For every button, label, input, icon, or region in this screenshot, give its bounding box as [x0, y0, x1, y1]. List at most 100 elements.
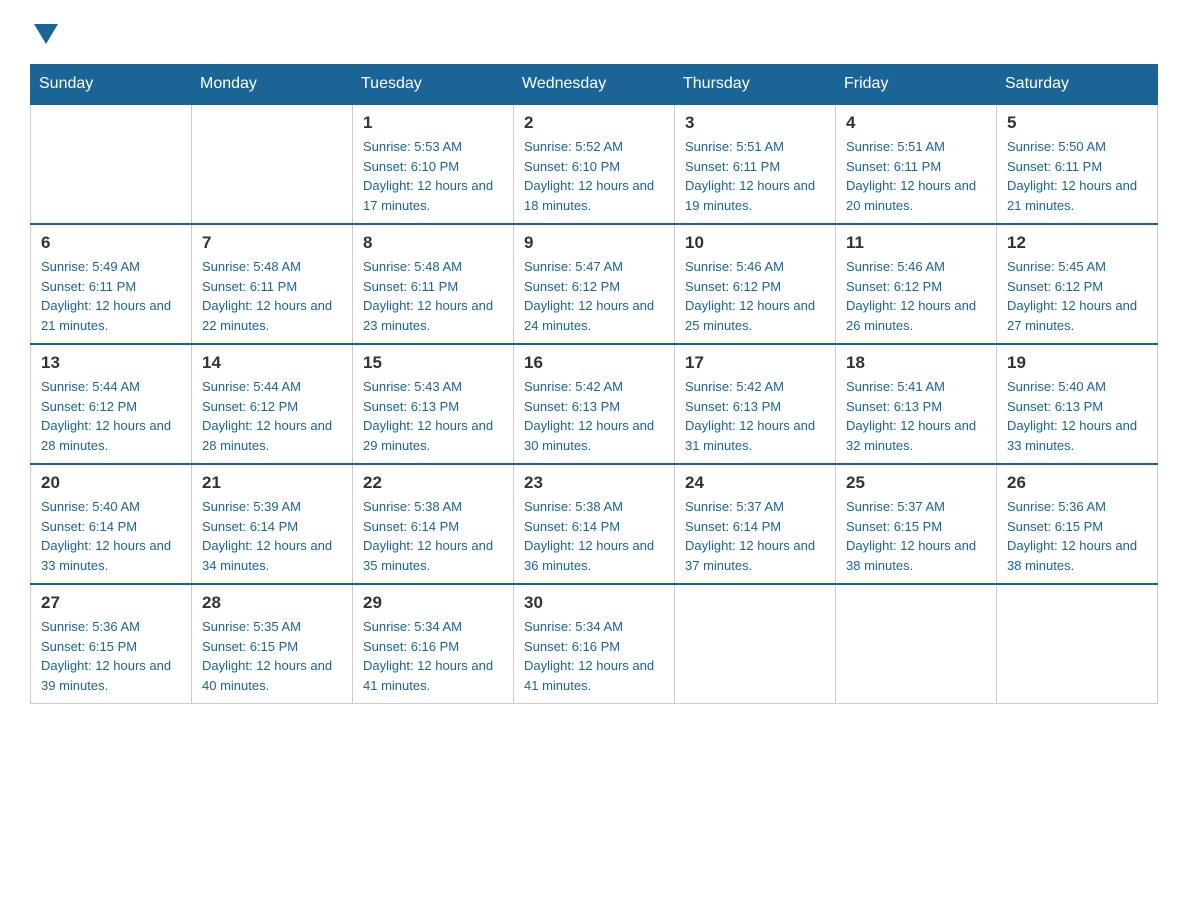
day-cell: 1 Sunrise: 5:53 AMSunset: 6:10 PMDaylight… [353, 104, 514, 224]
day-cell: 13Sunrise: 5:44 AMSunset: 6:12 PMDayligh… [31, 344, 192, 464]
day-cell: 10 Sunrise: 5:46 AMSunset: 6:12 PMDayligh… [675, 224, 836, 344]
day-cell: 17 Sunrise: 5:42 AMSunset: 6:13 PMDayligh… [675, 344, 836, 464]
day-info: Sunrise: 5:40 AMSunset: 6:13 PMDaylight:… [1007, 377, 1147, 455]
day-cell: 29 Sunrise: 5:34 AMSunset: 6:16 PMDayligh… [353, 584, 514, 704]
day-info: Sunrise: 5:53 AMSunset: 6:10 PMDaylight:… [363, 137, 503, 215]
day-cell: 12Sunrise: 5:45 AMSunset: 6:12 PMDayligh… [997, 224, 1158, 344]
day-number: 19 [1007, 353, 1147, 373]
day-cell: 2 Sunrise: 5:52 AMSunset: 6:10 PMDaylight… [514, 104, 675, 224]
logo-triangle-icon [34, 24, 58, 44]
day-number: 2 [524, 113, 664, 133]
day-number: 22 [363, 473, 503, 493]
day-info: Sunrise: 5:39 AMSunset: 6:14 PMDaylight:… [202, 497, 342, 575]
day-cell: 7 Sunrise: 5:48 AMSunset: 6:11 PMDaylight… [192, 224, 353, 344]
day-info: Sunrise: 5:42 AMSunset: 6:13 PMDaylight:… [524, 377, 664, 455]
day-number: 9 [524, 233, 664, 253]
day-number: 4 [846, 113, 986, 133]
column-header-thursday: Thursday [675, 65, 836, 105]
day-number: 29 [363, 593, 503, 613]
day-number: 11 [846, 233, 986, 253]
day-info: Sunrise: 5:41 AMSunset: 6:13 PMDaylight:… [846, 377, 986, 455]
day-number: 6 [41, 233, 181, 253]
day-info: Sunrise: 5:44 AMSunset: 6:12 PMDaylight:… [202, 377, 342, 455]
day-cell: 24 Sunrise: 5:37 AMSunset: 6:14 PMDayligh… [675, 464, 836, 584]
week-row-3: 13Sunrise: 5:44 AMSunset: 6:12 PMDayligh… [31, 344, 1158, 464]
calendar-table: SundayMondayTuesdayWednesdayThursdayFrid… [30, 64, 1158, 704]
day-number: 27 [41, 593, 181, 613]
day-cell [675, 584, 836, 704]
day-number: 8 [363, 233, 503, 253]
day-cell: 23 Sunrise: 5:38 AMSunset: 6:14 PMDayligh… [514, 464, 675, 584]
day-cell: 15Sunrise: 5:43 AMSunset: 6:13 PMDayligh… [353, 344, 514, 464]
week-row-5: 27 Sunrise: 5:36 AMSunset: 6:15 PMDayligh… [31, 584, 1158, 704]
day-cell: 14 Sunrise: 5:44 AMSunset: 6:12 PMDayligh… [192, 344, 353, 464]
day-info: Sunrise: 5:44 AMSunset: 6:12 PMDaylight:… [41, 377, 181, 455]
day-cell: 30 Sunrise: 5:34 AMSunset: 6:16 PMDayligh… [514, 584, 675, 704]
day-number: 20 [41, 473, 181, 493]
day-info: Sunrise: 5:42 AMSunset: 6:13 PMDaylight:… [685, 377, 825, 455]
day-info: Sunrise: 5:43 AMSunset: 6:13 PMDaylight:… [363, 377, 503, 455]
day-cell: 6 Sunrise: 5:49 AMSunset: 6:11 PMDaylight… [31, 224, 192, 344]
day-info: Sunrise: 5:48 AMSunset: 6:11 PMDaylight:… [202, 257, 342, 335]
day-cell: 21 Sunrise: 5:39 AMSunset: 6:14 PMDayligh… [192, 464, 353, 584]
day-cell: 3 Sunrise: 5:51 AMSunset: 6:11 PMDaylight… [675, 104, 836, 224]
day-number: 5 [1007, 113, 1147, 133]
day-info: Sunrise: 5:37 AMSunset: 6:14 PMDaylight:… [685, 497, 825, 575]
day-number: 21 [202, 473, 342, 493]
day-number: 23 [524, 473, 664, 493]
column-header-sunday: Sunday [31, 65, 192, 105]
day-number: 14 [202, 353, 342, 373]
day-info: Sunrise: 5:35 AMSunset: 6:15 PMDaylight:… [202, 617, 342, 695]
day-number: 10 [685, 233, 825, 253]
day-cell: 8 Sunrise: 5:48 AMSunset: 6:11 PMDaylight… [353, 224, 514, 344]
day-info: Sunrise: 5:51 AMSunset: 6:11 PMDaylight:… [846, 137, 986, 215]
day-number: 30 [524, 593, 664, 613]
day-number: 17 [685, 353, 825, 373]
day-info: Sunrise: 5:51 AMSunset: 6:11 PMDaylight:… [685, 137, 825, 215]
day-number: 26 [1007, 473, 1147, 493]
day-info: Sunrise: 5:34 AMSunset: 6:16 PMDaylight:… [363, 617, 503, 695]
day-cell: 16 Sunrise: 5:42 AMSunset: 6:13 PMDayligh… [514, 344, 675, 464]
day-cell [836, 584, 997, 704]
day-info: Sunrise: 5:46 AMSunset: 6:12 PMDaylight:… [846, 257, 986, 335]
day-number: 24 [685, 473, 825, 493]
day-cell: 5Sunrise: 5:50 AMSunset: 6:11 PMDaylight… [997, 104, 1158, 224]
day-info: Sunrise: 5:34 AMSunset: 6:16 PMDaylight:… [524, 617, 664, 695]
week-row-1: 1 Sunrise: 5:53 AMSunset: 6:10 PMDaylight… [31, 104, 1158, 224]
day-cell [192, 104, 353, 224]
week-row-2: 6 Sunrise: 5:49 AMSunset: 6:11 PMDaylight… [31, 224, 1158, 344]
week-row-4: 20Sunrise: 5:40 AMSunset: 6:14 PMDayligh… [31, 464, 1158, 584]
day-number: 16 [524, 353, 664, 373]
page-header [30, 20, 1158, 44]
day-cell: 9 Sunrise: 5:47 AMSunset: 6:12 PMDaylight… [514, 224, 675, 344]
day-info: Sunrise: 5:47 AMSunset: 6:12 PMDaylight:… [524, 257, 664, 335]
day-info: Sunrise: 5:49 AMSunset: 6:11 PMDaylight:… [41, 257, 181, 335]
day-cell: 26 Sunrise: 5:36 AMSunset: 6:15 PMDayligh… [997, 464, 1158, 584]
day-cell: 20Sunrise: 5:40 AMSunset: 6:14 PMDayligh… [31, 464, 192, 584]
day-cell [997, 584, 1158, 704]
day-number: 1 [363, 113, 503, 133]
day-cell: 28 Sunrise: 5:35 AMSunset: 6:15 PMDayligh… [192, 584, 353, 704]
day-info: Sunrise: 5:38 AMSunset: 6:14 PMDaylight:… [363, 497, 503, 575]
column-header-friday: Friday [836, 65, 997, 105]
day-info: Sunrise: 5:52 AMSunset: 6:10 PMDaylight:… [524, 137, 664, 215]
column-header-monday: Monday [192, 65, 353, 105]
day-info: Sunrise: 5:38 AMSunset: 6:14 PMDaylight:… [524, 497, 664, 575]
calendar-header-row: SundayMondayTuesdayWednesdayThursdayFrid… [31, 65, 1158, 105]
day-number: 3 [685, 113, 825, 133]
day-info: Sunrise: 5:46 AMSunset: 6:12 PMDaylight:… [685, 257, 825, 335]
day-number: 28 [202, 593, 342, 613]
day-info: Sunrise: 5:36 AMSunset: 6:15 PMDaylight:… [41, 617, 181, 695]
logo [30, 20, 58, 44]
day-cell: 18Sunrise: 5:41 AMSunset: 6:13 PMDayligh… [836, 344, 997, 464]
column-header-wednesday: Wednesday [514, 65, 675, 105]
day-cell: 27 Sunrise: 5:36 AMSunset: 6:15 PMDayligh… [31, 584, 192, 704]
day-cell: 11 Sunrise: 5:46 AMSunset: 6:12 PMDayligh… [836, 224, 997, 344]
day-cell: 25Sunrise: 5:37 AMSunset: 6:15 PMDayligh… [836, 464, 997, 584]
day-info: Sunrise: 5:36 AMSunset: 6:15 PMDaylight:… [1007, 497, 1147, 575]
day-number: 7 [202, 233, 342, 253]
day-cell: 22 Sunrise: 5:38 AMSunset: 6:14 PMDayligh… [353, 464, 514, 584]
day-info: Sunrise: 5:48 AMSunset: 6:11 PMDaylight:… [363, 257, 503, 335]
day-info: Sunrise: 5:45 AMSunset: 6:12 PMDaylight:… [1007, 257, 1147, 335]
day-number: 25 [846, 473, 986, 493]
